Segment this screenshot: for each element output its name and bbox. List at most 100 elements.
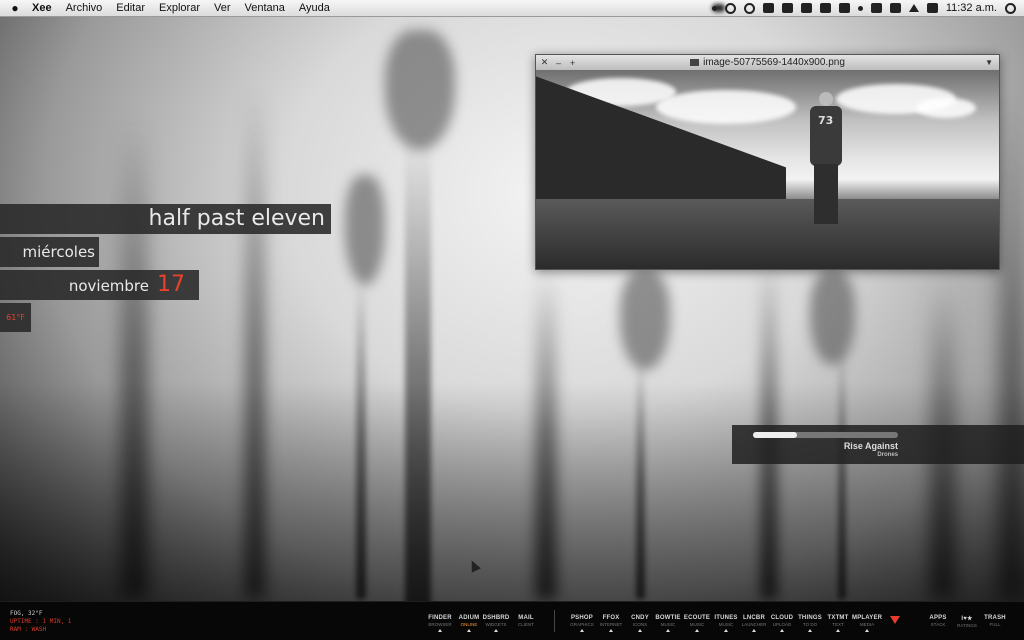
dock-item-label: MAIL [518, 615, 534, 621]
dock-item-sublabel: MUSIC [689, 622, 705, 627]
dock-item-sublabel: RATINGS [957, 623, 977, 628]
menu-ver[interactable]: Ver [214, 2, 231, 14]
dock-item-pshop[interactable]: PSHOP GRAPHICS [567, 615, 597, 632]
dock-item-sublabel: GRAPHICS [570, 622, 594, 627]
wallpaper-flower [620, 270, 670, 370]
dock-item-sublabel: BROWSER [428, 622, 452, 627]
gear-icon[interactable] [857, 5, 863, 11]
menu-bar: ● Xee Archivo Editar Explorar Ver Ventan… [0, 0, 1024, 17]
image-file-icon [690, 58, 700, 66]
dock-item-sublabel: TO DO [802, 622, 818, 627]
running-indicator-icon [609, 629, 613, 632]
window-title: image-50775569-1440x900.png [536, 57, 999, 68]
dock-item-sublabel: UPLOAD [772, 622, 792, 627]
bowtie-icon[interactable] [762, 3, 774, 13]
menu-clock[interactable]: 11:32 a.m. [946, 2, 997, 14]
menu-ayuda[interactable]: Ayuda [299, 2, 330, 14]
dock-item-i[interactable]: I♥★ RATINGS [952, 615, 982, 628]
running-indicator-icon [865, 629, 869, 632]
photo-cloud [656, 90, 796, 124]
dock-item-label: CLOUD [770, 615, 794, 621]
apple-icon[interactable]: ● [8, 1, 22, 15]
dock-item-bowtie[interactable]: BOWTIE MUSIC [653, 615, 683, 632]
dock-item-trash[interactable]: TRASH FULL [980, 615, 1010, 627]
window-titlebar[interactable]: ✕ – + image-50775569-1440x900.png ▼ [536, 55, 999, 70]
battery-icon[interactable] [926, 3, 938, 13]
dock-item-dshbrd[interactable]: DSHBRD WIDGETS [481, 615, 511, 632]
now-playing-widget: Rise Against Drones [732, 425, 1024, 464]
dock-item-ecoute[interactable]: ECOUTE MUSIC [682, 615, 712, 632]
dock-item-label: BOWTIE [655, 615, 681, 621]
dock-item-txtmt[interactable]: TXTMT TEXT [823, 615, 853, 632]
dock-item-mplayer[interactable]: MPLAYER MEDIA [852, 615, 882, 632]
dock-item-label: MPLAYER [852, 615, 883, 621]
monitor-icon[interactable] [819, 3, 831, 13]
dock-item-label: CNDY [631, 615, 649, 621]
dock-item-sublabel: ONLINE [460, 622, 478, 627]
uptime-line: UPTIME : 1 MIN, 1 [10, 618, 72, 625]
dock-separator [554, 610, 555, 632]
spotlight-search-icon[interactable] [1005, 2, 1016, 14]
dock-item-things[interactable]: THINGS TO DO [795, 615, 825, 632]
running-indicator-icon [695, 629, 699, 632]
running-indicator-icon [836, 629, 840, 632]
dock-item-sublabel: INTERNET [599, 622, 623, 627]
ram-line: RAM : WASH [10, 626, 47, 633]
display-icon[interactable] [870, 3, 882, 13]
system-stats: FOG, 32°F UPTIME : 1 MIN, 1 RAM : WASH [10, 610, 71, 634]
dock-item-adium[interactable]: ADIUM ONLINE [454, 615, 484, 632]
dock-item-apps[interactable]: APPS STACK [923, 615, 953, 627]
dock-item-label: THINGS [798, 615, 822, 621]
dock-item-label: APPS [929, 615, 947, 621]
dock-item-label: I♥★ [961, 616, 973, 622]
ring-icon[interactable] [724, 2, 736, 14]
dock-item-label: PSHOP [570, 615, 593, 621]
dock-item-label: ITUNES [714, 615, 738, 621]
person-head [819, 92, 833, 106]
image-canvas[interactable]: 73 [536, 70, 999, 269]
menu-ventana[interactable]: Ventana [245, 2, 285, 14]
album-name: Drones [877, 452, 898, 458]
dock-item-finder[interactable]: FINDER BROWSER [425, 615, 455, 632]
window-title-text: image-50775569-1440x900.png [703, 57, 845, 68]
eject-icon[interactable] [908, 4, 919, 12]
running-indicator-icon [580, 629, 584, 632]
time-widget: half past eleven [0, 204, 331, 234]
dock-item-sublabel: TEXT [832, 622, 844, 627]
progress-fill [753, 432, 797, 438]
dock-item-itunes[interactable]: ITUNES MUSIC [711, 615, 741, 632]
dock-item-sublabel: MEDIA [859, 622, 875, 627]
person-legs [814, 164, 838, 224]
day-number: 17 [157, 272, 185, 297]
menu-app-name[interactable]: Xee [32, 2, 52, 14]
wifi-icon[interactable] [889, 3, 901, 13]
terminal-icon[interactable] [800, 3, 812, 13]
dock-item-cndy[interactable]: CNDY ICONS [625, 615, 655, 632]
running-indicator-icon [724, 629, 728, 632]
progress-bar[interactable] [753, 432, 898, 438]
dock-item-ffox[interactable]: FFOX INTERNET [596, 615, 626, 632]
dock-item-cloud[interactable]: CLOUD UPLOAD [767, 615, 797, 632]
ring-icon[interactable] [743, 2, 755, 14]
menu-explorar[interactable]: Explorar [159, 2, 200, 14]
dock-item-sublabel: STACK [930, 622, 946, 627]
dock-item-label: TXTMT [827, 615, 849, 621]
dock-item-lncbr[interactable]: LNCBR LAUNCHER [739, 615, 769, 632]
menu-archivo[interactable]: Archivo [66, 2, 103, 14]
chat-icon[interactable] [781, 3, 793, 13]
weekday-widget: miércoles [0, 237, 99, 267]
photo-person: 73 [806, 92, 846, 242]
dock-item-mail[interactable]: MAIL CLIENT [511, 615, 541, 627]
artist-name: Rise Against [843, 441, 898, 451]
download-arrow-icon[interactable] [890, 616, 900, 624]
running-indicator-icon [438, 629, 442, 632]
photo-cloud [916, 98, 976, 118]
dock-item-sublabel: LAUNCHER [741, 622, 767, 627]
menu-editar[interactable]: Editar [116, 2, 145, 14]
dock-item-label: DSHBRD [482, 615, 510, 621]
bluetooth-icon[interactable] [838, 3, 850, 13]
dock-item-sublabel: MUSIC [718, 622, 734, 627]
running-indicator-icon [780, 629, 784, 632]
chevron-down-icon[interactable]: ▼ [985, 58, 993, 67]
cloud-icon[interactable] [711, 4, 725, 12]
